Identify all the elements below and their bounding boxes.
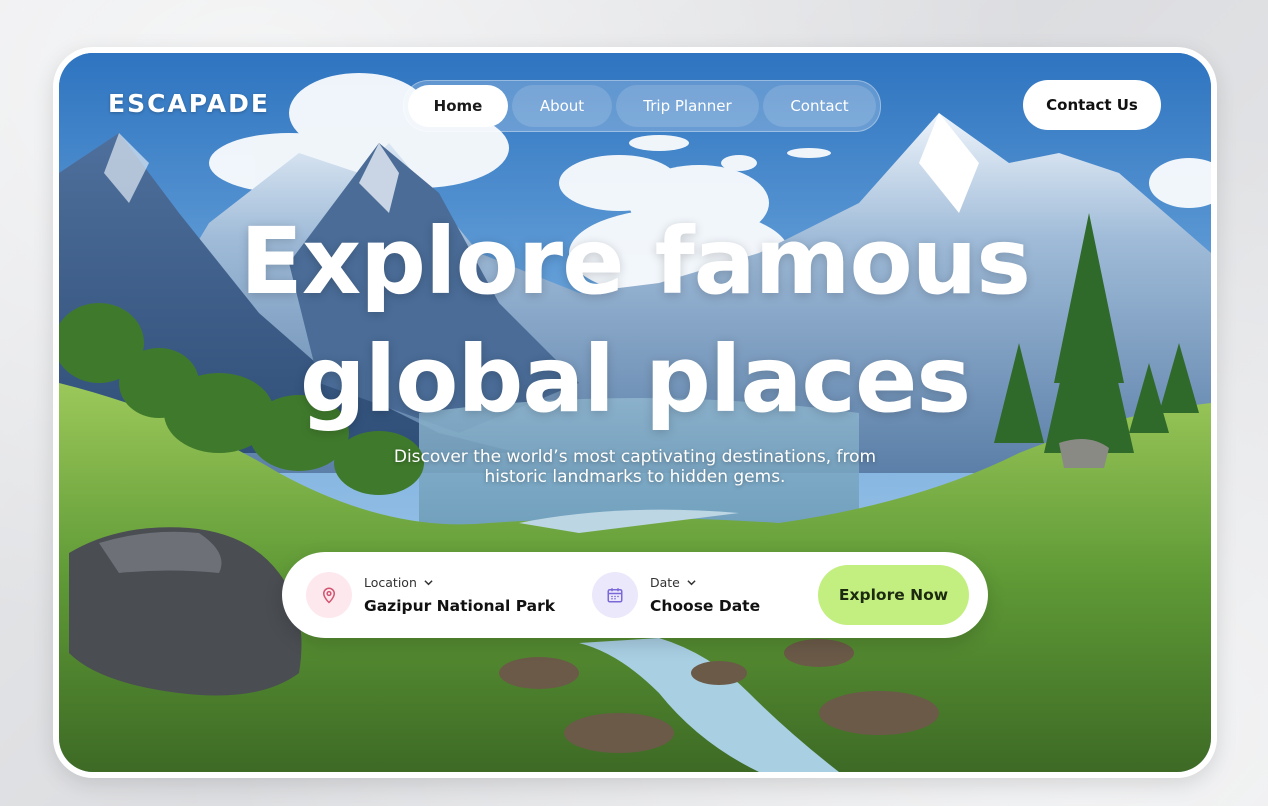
date-value[interactable]: Choose Date [650, 597, 760, 615]
date-dropdown[interactable]: Date [650, 575, 696, 590]
hero-subtitle: Discover the world’s most captivating de… [359, 447, 911, 487]
chevron-down-icon [687, 575, 696, 590]
hero-subtitle-line-2: historic landmarks to hidden gems. [484, 467, 786, 487]
hero-headline: Explore famous global places [59, 203, 1211, 439]
browser-frame: ESCAPADE Home About Trip Planner Contact… [53, 47, 1217, 778]
chevron-down-icon [424, 575, 433, 590]
nav-item-about[interactable]: About [512, 85, 612, 127]
map-pin-icon [306, 572, 352, 618]
nav-item-trip-planner[interactable]: Trip Planner [616, 85, 759, 127]
search-bar: Location Gazipur National Park Date Choo… [282, 552, 988, 638]
location-value[interactable]: Gazipur National Park [364, 597, 555, 615]
nav-item-contact[interactable]: Contact [763, 85, 876, 127]
main-navigation: Home About Trip Planner Contact [403, 80, 881, 132]
hero-headline-line-1: Explore famous [239, 208, 1031, 315]
location-dropdown[interactable]: Location [364, 575, 433, 590]
brand-logo[interactable]: ESCAPADE [108, 89, 270, 118]
calendar-icon [592, 572, 638, 618]
hero-subtitle-line-1: Discover the world’s most captivating de… [393, 447, 877, 467]
explore-now-button[interactable]: Explore Now [818, 565, 969, 625]
nav-item-home[interactable]: Home [408, 85, 508, 127]
hero-section: ESCAPADE Home About Trip Planner Contact… [59, 53, 1211, 772]
date-label: Date [650, 575, 680, 590]
location-label: Location [364, 575, 417, 590]
hero-headline-line-2: global places [299, 326, 971, 433]
contact-us-button[interactable]: Contact Us [1023, 80, 1161, 130]
